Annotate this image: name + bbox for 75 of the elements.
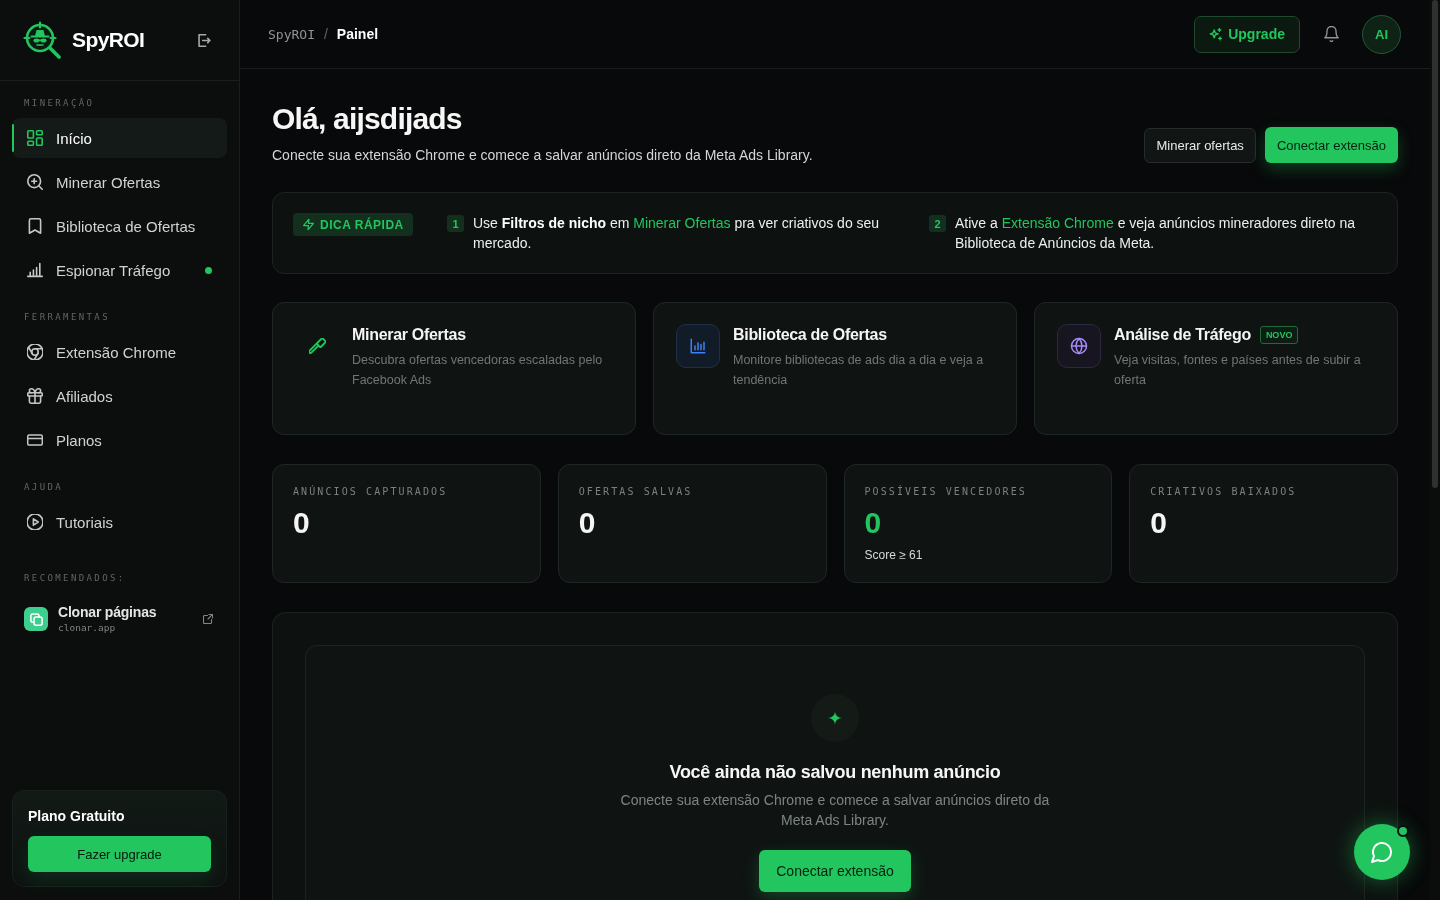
user-avatar[interactable]: AI xyxy=(1362,14,1401,54)
breadcrumb-separator: / xyxy=(323,26,328,42)
recommended-name[interactable]: Clonar páginas xyxy=(58,604,157,621)
upgrade-button[interactable]: Upgrade xyxy=(1194,15,1300,53)
breadcrumb-link[interactable]: SpyROI xyxy=(268,26,315,42)
nav-item[interactable]: Espionar Tráfego xyxy=(12,250,227,290)
gift-icon xyxy=(27,388,43,404)
stat-label: OFERTAS SALVAS xyxy=(578,485,694,499)
stat-label: POSSÍVEIS VENCEDORES xyxy=(864,485,1028,499)
feature-title: Análise de Tráfego xyxy=(1114,325,1251,345)
feature-title: Minerar Ofertas xyxy=(352,325,466,345)
feature-description: Descubra ofertas vencedoras escaladas pelo Facebook Ads xyxy=(352,352,604,389)
step-number: 2 xyxy=(929,215,946,232)
section-label: MINERAÇÃO xyxy=(23,97,96,110)
nav-item[interactable]: Tutoriais xyxy=(12,502,227,542)
bookmark-icon xyxy=(27,218,43,234)
feature-card[interactable]: Biblioteca de Ofertas Monitore bibliotecas de ads dia a dia e veja a tendência xyxy=(653,302,1017,435)
logout-icon[interactable] xyxy=(198,33,211,47)
nav-item[interactable]: Início xyxy=(12,118,227,158)
stat-label: ANÚNCIOS CAPTURADOS xyxy=(293,485,449,499)
external-link-icon[interactable] xyxy=(203,614,213,624)
lightning-icon xyxy=(303,219,314,230)
marker-icon xyxy=(308,337,326,355)
feature-title: Biblioteca de Ofertas xyxy=(733,325,887,345)
tip-link[interactable]: Minerar Ofertas xyxy=(633,215,731,231)
breadcrumb-current: Painel xyxy=(336,26,379,42)
nav-item[interactable]: Extensão Chrome xyxy=(12,332,227,372)
plan-title: Plano Gratuito xyxy=(28,807,126,825)
step-number: 1 xyxy=(447,215,464,232)
sparkles-icon xyxy=(1209,27,1223,41)
sparkle-icon xyxy=(811,694,859,742)
section-label: AJUDA xyxy=(23,481,65,494)
mine-offers-button[interactable]: Minerar ofertas xyxy=(1144,127,1256,163)
empty-state-title: Você ainda não salvou nenhum anúncio xyxy=(669,761,1001,784)
tip-text: Use Filtros de nicho em Minerar Ofertas pra ver criativos do seu mercado. xyxy=(473,214,881,253)
nav-item[interactable]: Minerar Ofertas xyxy=(12,162,227,202)
connect-extension-button[interactable]: Conectar extensão xyxy=(759,850,911,892)
empty-state-description: Conecte sua extensão Chrome e comece a salvar anúncios direto da Meta Ads Library. xyxy=(619,791,1051,830)
globe-icon xyxy=(1057,324,1101,368)
recommended-url: clonar.app xyxy=(58,621,117,634)
feature-card[interactable]: Análise de Tráfego NOVO Veja visitas, fontes e países antes de subir a oferta xyxy=(1034,302,1398,435)
page-title: Olá, aijsdijads xyxy=(272,101,463,137)
section-label: RECOMENDADOS: xyxy=(23,572,127,585)
section-label: FERRAMENTAS xyxy=(23,311,111,324)
stat-note: Score ≥ 61 xyxy=(864,547,924,563)
tip-text: Ative a Extensão Chrome e veja anúncios mineradores direto na Biblioteca de Anúncios da Meta. xyxy=(955,214,1357,253)
feature-card[interactable]: Minerar Ofertas Descubra ofertas vencedoras escaladas pelo Facebook Ads xyxy=(272,302,636,435)
feature-description: Monitore bibliotecas de ads dia a dia e veja a tendência xyxy=(733,352,985,389)
bar-chart-icon xyxy=(676,324,720,368)
page-subtitle: Conecte sua extensão Chrome e comece a salvar anúncios direto da Meta Ads Library. xyxy=(272,146,813,165)
nav-item[interactable]: Biblioteca de Ofertas xyxy=(12,206,227,246)
credit-card-icon xyxy=(27,432,43,448)
stat-label: CRIATIVOS BAIXADOS xyxy=(1150,485,1298,499)
stat-value: 0 xyxy=(293,506,311,540)
copy-icon[interactable] xyxy=(24,607,48,631)
stat-value: 0 xyxy=(578,506,597,540)
stat-value: 0 xyxy=(1150,506,1168,540)
zoom-in-icon xyxy=(27,174,43,190)
stat-value: 0 xyxy=(864,506,883,540)
chat-bubble-icon xyxy=(1371,841,1393,863)
aperture-icon xyxy=(27,344,43,360)
feature-description: Veja visitas, fontes e países antes de subir a oferta xyxy=(1114,352,1362,389)
bell-icon[interactable] xyxy=(1324,26,1339,42)
connect-extension-button[interactable]: Conectar extensão xyxy=(1264,127,1398,163)
bar-chart-icon xyxy=(27,262,43,278)
spy-logo-icon xyxy=(23,21,61,59)
tip-badge-label: DICA RÁPIDA xyxy=(320,217,404,232)
scrollbar-thumb[interactable] xyxy=(1432,0,1438,488)
grid-icon xyxy=(27,130,43,146)
tip-link[interactable]: Extensão Chrome xyxy=(1001,215,1114,231)
nav-item[interactable]: Planos xyxy=(12,420,227,460)
upgrade-button[interactable]: Fazer upgrade xyxy=(28,836,211,872)
new-label: NOVO xyxy=(1259,326,1299,344)
brand-name: SpyROI xyxy=(72,28,145,52)
nav-item[interactable]: Afiliados xyxy=(12,376,227,416)
